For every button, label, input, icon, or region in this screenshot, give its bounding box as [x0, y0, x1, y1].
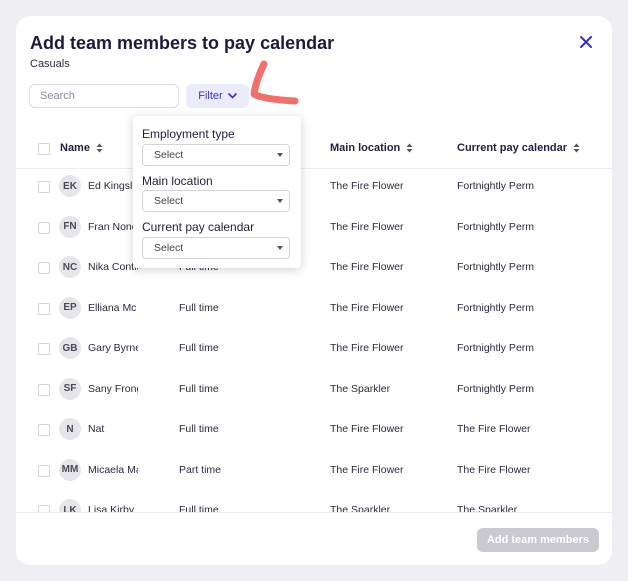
employment-type-label: Employment type [142, 127, 235, 141]
main-location: The Fire Flower [330, 220, 404, 233]
employment-type: Full time [179, 342, 219, 354]
row-checkbox[interactable] [38, 181, 50, 193]
table-row[interactable]: GB Gary Byrne Full time The Fire Flower Fort… [16, 328, 612, 368]
column-header-calendar[interactable]: Current pay calendar [457, 142, 580, 154]
row-checkbox[interactable] [38, 424, 50, 436]
avatar: MM [59, 458, 81, 481]
main-location: The Sparkler [330, 382, 391, 395]
main-location: The Fire Flower [330, 342, 404, 354]
calendar-select-value: Select [154, 242, 184, 254]
avatar: NC [59, 256, 81, 278]
pay-calendar: Fortnightly Perm [457, 180, 535, 192]
member-name: Micaela MacL... [88, 463, 138, 476]
member-name: Gary Byrne [88, 342, 138, 354]
table-row[interactable]: SF Sany Frongty Full time The Sparkler Fortn… [16, 369, 612, 409]
pay-calendar-select[interactable]: Select [142, 237, 290, 259]
avatar: N [59, 418, 81, 440]
employment-type-select[interactable]: Select [142, 144, 290, 166]
column-location-label: Main location [330, 142, 401, 154]
table-row[interactable]: EK Ed Kingsl The Fire Flower Fortnightly Pe… [16, 166, 612, 206]
annotation-mark [250, 60, 299, 105]
avatar: EP [59, 296, 81, 319]
member-name: Sany Frongty [88, 382, 138, 395]
modal-footer: Add team members [16, 512, 612, 565]
sort-icon [406, 143, 413, 153]
avatar: FN [59, 215, 81, 238]
table-header: Name Main location Current pay calendar [16, 128, 612, 169]
add-team-members-button[interactable]: Add team members [477, 528, 599, 552]
row-checkbox[interactable] [38, 343, 50, 355]
main-location: The Fire Flower [330, 423, 404, 435]
filter-dropdown: Employment type Select Main location Sel… [133, 116, 301, 268]
table-row[interactable]: EP Elliana Mc Ph... Full time The Fire Flow… [16, 288, 612, 328]
main-location: The Fire Flower [330, 180, 404, 192]
employment-type: Full time [179, 301, 219, 314]
avatar: GB [59, 337, 81, 359]
sort-icon [96, 143, 103, 153]
sort-icon [573, 143, 580, 153]
avatar: SF [59, 377, 81, 400]
member-name: Nat [88, 423, 105, 435]
table-row[interactable]: N Nat Full time The Fire Flower The Fire Flo… [16, 409, 612, 449]
main-location: The Fire Flower [330, 261, 404, 273]
caret-down-icon [277, 199, 283, 203]
pay-calendar: Fortnightly Perm [457, 261, 535, 273]
location-select-value: Select [154, 195, 184, 207]
row-checkbox[interactable] [38, 262, 50, 274]
table-row[interactable]: MM Micaela MacL... Part time The Fire Flowe… [16, 450, 612, 490]
row-checkbox[interactable] [38, 302, 50, 315]
pay-calendar: Fortnightly Perm [457, 301, 535, 314]
modal-subtitle: Casuals [30, 58, 70, 70]
select-all-checkbox[interactable] [38, 143, 50, 155]
pay-calendar: Fortnightly Perm [457, 382, 535, 395]
filter-label: Filter [198, 90, 223, 102]
main-location: The Fire Flower [330, 301, 404, 314]
column-header-location[interactable]: Main location [330, 142, 413, 154]
employment-type: Full time [179, 382, 219, 395]
member-name: Ed Kingsl [88, 180, 133, 192]
main-location: The Fire Flower [330, 463, 404, 476]
avatar: EK [59, 175, 81, 197]
main-location-select[interactable]: Select [142, 190, 290, 212]
member-name: Nika Contiey [88, 261, 138, 273]
pay-calendar: The Fire Flower [457, 463, 531, 476]
table-row[interactable]: NCNika ContieyFull timeThe Fire FlowerFo… [16, 247, 612, 287]
employment-select-value: Select [154, 149, 184, 161]
row-checkbox[interactable] [38, 221, 50, 234]
add-members-modal: Add team members to pay calendar Casuals… [16, 16, 612, 565]
chevron-down-icon [227, 93, 237, 99]
pay-calendar-label: Current pay calendar [142, 220, 255, 234]
search-input[interactable] [29, 84, 179, 108]
employment-type: Part time [179, 463, 222, 476]
pay-calendar: Fortnightly Perm [457, 342, 535, 354]
caret-down-icon [277, 246, 283, 250]
pay-calendar: The Fire Flower [457, 423, 531, 435]
member-name: Elliana Mc Ph... [88, 301, 138, 314]
filter-button[interactable]: Filter [186, 84, 249, 108]
main-location-label: Main location [142, 174, 213, 188]
table-row[interactable]: FN Fran None The Fire Flower Fortnightly Pe… [16, 207, 612, 247]
column-header-name[interactable]: Name [60, 142, 103, 154]
column-calendar-label: Current pay calendar [457, 142, 568, 154]
member-name: Fran None [88, 220, 138, 233]
pay-calendar: Fortnightly Perm [457, 220, 535, 233]
close-icon[interactable] [578, 34, 594, 50]
employment-type: Full time [179, 423, 219, 435]
row-checkbox[interactable] [38, 383, 50, 396]
column-name-label: Name [60, 142, 90, 154]
row-checkbox[interactable] [38, 464, 50, 477]
modal-title: Add team members to pay calendar [30, 33, 335, 53]
caret-down-icon [277, 153, 283, 157]
